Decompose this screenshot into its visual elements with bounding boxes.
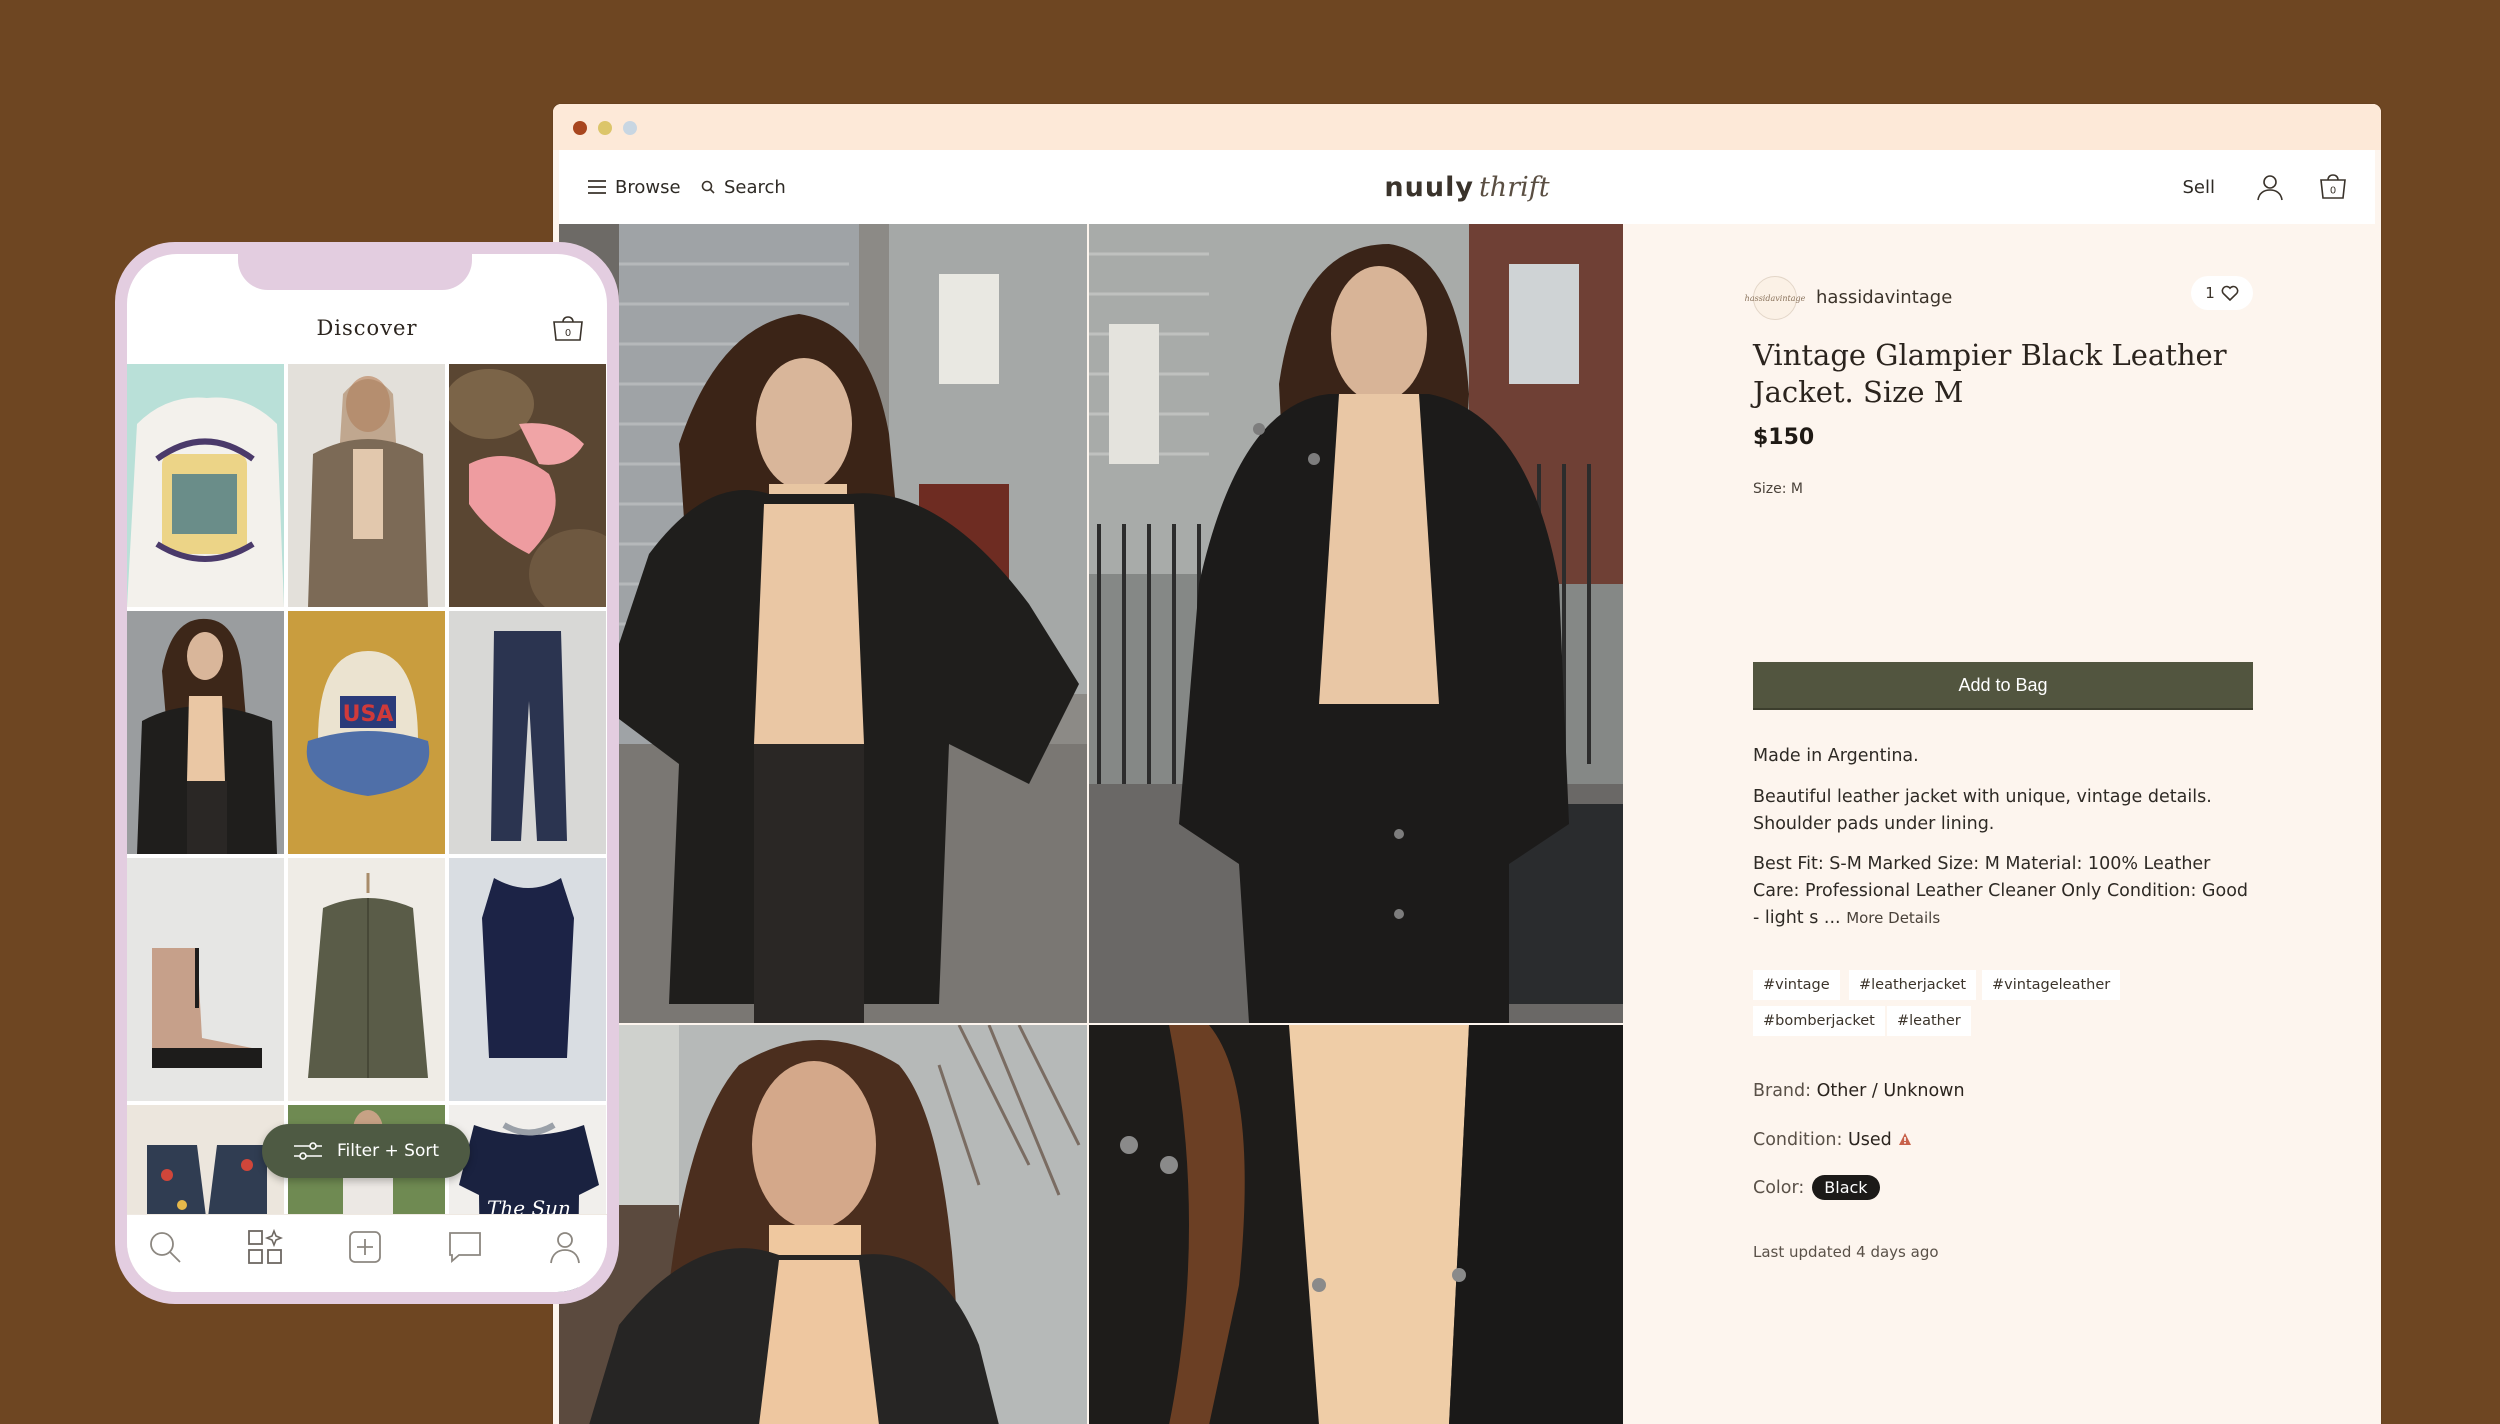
grid-item[interactable] bbox=[288, 364, 445, 607]
site-logo[interactable]: nuuly thrift bbox=[559, 150, 2375, 224]
close-window-button[interactable] bbox=[573, 121, 587, 135]
grid-item[interactable] bbox=[127, 858, 284, 1101]
heart-icon bbox=[2221, 285, 2239, 301]
condition-attribute: Condition: Used bbox=[1753, 1130, 1913, 1150]
discover-grid: USA The Sun bbox=[127, 364, 607, 1292]
condition-label: Condition: bbox=[1753, 1130, 1843, 1150]
add-to-bag-button[interactable]: Add to Bag bbox=[1753, 662, 2253, 708]
product-title: Vintage Glampier Black Leather Jacket. S… bbox=[1753, 338, 2227, 409]
hashtag-chip[interactable]: #vintage bbox=[1753, 970, 1840, 1000]
brand-label: Brand: bbox=[1753, 1081, 1812, 1101]
messages-icon bbox=[449, 1232, 481, 1263]
site-header: Browse Search nuuly thrift Sell 0 bbox=[559, 150, 2375, 224]
discover-title: Discover bbox=[316, 316, 418, 340]
product-photo-gallery bbox=[559, 224, 1623, 1424]
seller-avatar[interactable]: hassidavintage bbox=[1745, 276, 1805, 320]
svg-text:USA: USA bbox=[343, 702, 394, 727]
hashtag-chip[interactable]: #leatherjacket bbox=[1849, 970, 1977, 1000]
minimize-window-button[interactable] bbox=[598, 121, 612, 135]
grid-item[interactable] bbox=[288, 858, 445, 1101]
hashtag-chip[interactable]: #vintageleather bbox=[1982, 970, 2121, 1000]
size-value: M bbox=[1790, 481, 1804, 497]
maximize-window-button[interactable] bbox=[623, 121, 637, 135]
window-titlebar bbox=[553, 104, 2381, 150]
discover-header: Discover 0 bbox=[127, 304, 607, 364]
tab-discover[interactable] bbox=[245, 1227, 285, 1267]
product-photo-1[interactable] bbox=[559, 224, 1087, 1023]
grid-item[interactable] bbox=[449, 858, 606, 1101]
size-label: Size: bbox=[1753, 481, 1787, 497]
description-origin: Made in Argentina. bbox=[1753, 746, 1919, 766]
tab-sell[interactable] bbox=[345, 1227, 385, 1267]
logo-wordmark: nuuly bbox=[1384, 171, 1474, 203]
grid-item[interactable]: USA bbox=[288, 611, 445, 854]
add-icon bbox=[349, 1231, 381, 1263]
bag-count: 0 bbox=[2330, 186, 2336, 197]
product-size: Size: M bbox=[1753, 481, 1803, 497]
phone-screen: Discover 0 USA The Sun Filter + Sort bbox=[127, 254, 607, 1292]
sliders-icon bbox=[294, 1142, 322, 1160]
user-icon bbox=[2257, 175, 2283, 201]
color-attribute: Color: Black bbox=[1753, 1175, 1880, 1200]
phone-tab-bar bbox=[127, 1214, 607, 1292]
filter-sort-button[interactable]: Filter + Sort bbox=[262, 1124, 470, 1178]
bag-icon: 0 bbox=[2320, 174, 2346, 199]
brand-attribute: Brand: Other / Unknown bbox=[1753, 1081, 1965, 1101]
phone-bag-button[interactable]: 0 bbox=[551, 315, 585, 347]
like-count: 1 bbox=[2205, 284, 2215, 302]
grid-item[interactable] bbox=[127, 364, 284, 607]
discover-icon bbox=[248, 1229, 283, 1264]
color-chip: Black bbox=[1812, 1175, 1880, 1200]
bag-button[interactable]: 0 bbox=[2319, 150, 2347, 224]
phone-bag-count: 0 bbox=[565, 328, 571, 339]
seller-name[interactable]: hassidavintage bbox=[1816, 287, 1952, 308]
like-button[interactable]: 1 bbox=[2191, 276, 2253, 310]
hashtag-chip[interactable]: #leather bbox=[1887, 1006, 1971, 1036]
bag-icon: 0 bbox=[553, 316, 583, 341]
account-button[interactable] bbox=[2256, 150, 2284, 224]
product-price: $150 bbox=[1753, 425, 1815, 450]
search-icon bbox=[150, 1232, 181, 1263]
info-icon[interactable] bbox=[1897, 1131, 1913, 1147]
condition-value: Used bbox=[1847, 1130, 1892, 1150]
more-details-link[interactable]: More Details bbox=[1846, 909, 1940, 927]
tab-messages[interactable] bbox=[445, 1227, 485, 1267]
logo-subbrand: thrift bbox=[1478, 171, 1550, 203]
color-label: Color: bbox=[1753, 1177, 1805, 1198]
product-photo-2[interactable] bbox=[1089, 224, 1623, 1023]
tab-search[interactable] bbox=[145, 1227, 185, 1267]
seller-row: hassidavintage hassidavintage 1 bbox=[1745, 276, 2253, 320]
brand-value: Other / Unknown bbox=[1816, 1081, 1965, 1101]
seller-avatar-text: hassidavintage bbox=[1744, 293, 1806, 303]
description-details-text: Best Fit: S-M Marked Size: M Material: 1… bbox=[1753, 854, 2249, 928]
browser-window: Browse Search nuuly thrift Sell 0 hassid… bbox=[553, 104, 2381, 1424]
hashtag-chip[interactable]: #bomberjacket bbox=[1753, 1006, 1885, 1036]
product-photo-3[interactable] bbox=[559, 1025, 1087, 1424]
last-updated: Last updated 4 days ago bbox=[1753, 1243, 1939, 1261]
sell-link[interactable]: Sell bbox=[2182, 150, 2215, 224]
profile-icon bbox=[550, 1232, 580, 1264]
grid-item[interactable] bbox=[449, 611, 606, 854]
description-details: Best Fit: S-M Marked Size: M Material: 1… bbox=[1753, 851, 2253, 932]
grid-item[interactable] bbox=[127, 611, 284, 854]
filter-sort-label: Filter + Sort bbox=[337, 1141, 439, 1161]
phone-device: Discover 0 USA The Sun Filter + Sort bbox=[115, 242, 619, 1304]
description-summary: Beautiful leather jacket with unique, vi… bbox=[1753, 787, 2212, 834]
product-photo-4[interactable] bbox=[1089, 1025, 1623, 1424]
phone-notch bbox=[238, 254, 472, 290]
grid-item[interactable] bbox=[449, 364, 606, 607]
tab-profile[interactable] bbox=[545, 1227, 585, 1267]
